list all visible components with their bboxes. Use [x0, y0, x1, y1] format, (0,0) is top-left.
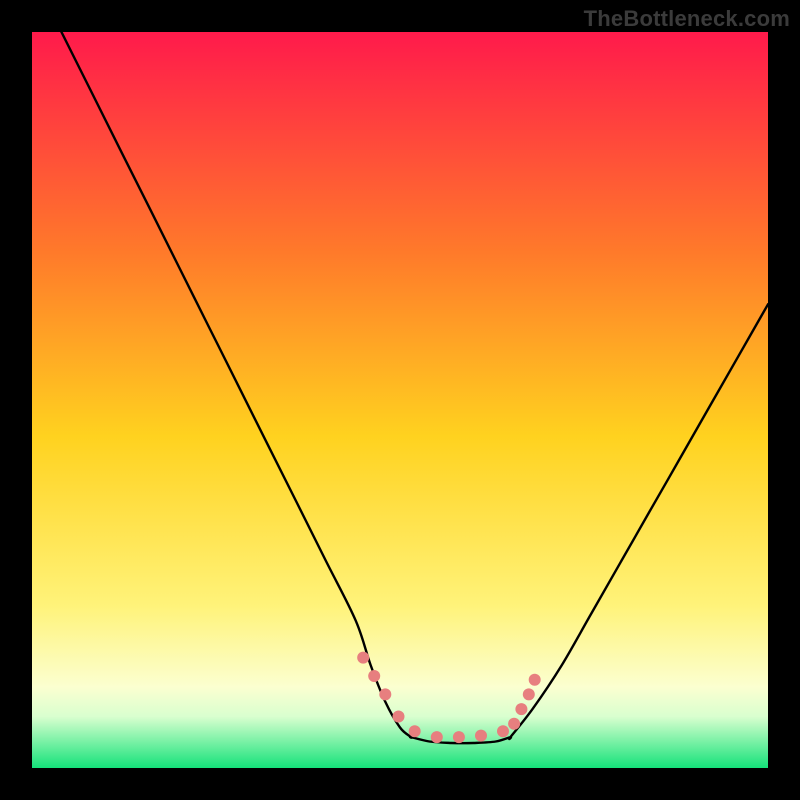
marker-dot [357, 652, 369, 664]
marker-dot [368, 670, 380, 682]
marker-dot [475, 730, 487, 742]
plot-area [32, 32, 768, 768]
marker-dot [508, 718, 520, 730]
chart-frame: TheBottleneck.com [0, 0, 800, 800]
marker-dot [393, 711, 405, 723]
marker-dot [409, 725, 421, 737]
marker-dot [379, 688, 391, 700]
marker-dot [523, 688, 535, 700]
watermark-text: TheBottleneck.com [584, 6, 790, 32]
plot-background [32, 32, 768, 768]
marker-dot [515, 703, 527, 715]
marker-dot [431, 731, 443, 743]
marker-dot [497, 725, 509, 737]
chart-svg [32, 32, 768, 768]
marker-dot [453, 731, 465, 743]
marker-dot [529, 674, 541, 686]
